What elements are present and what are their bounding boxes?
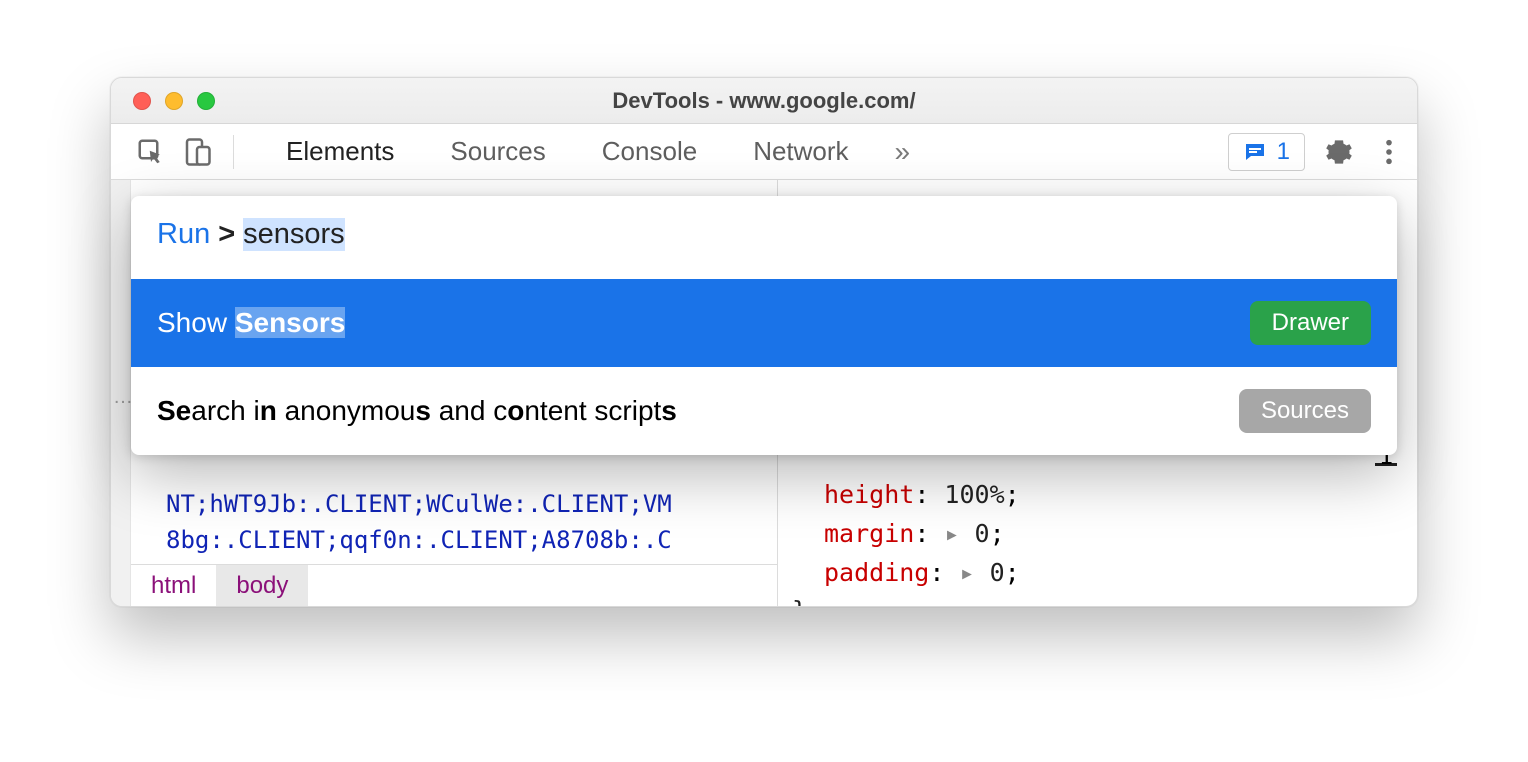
tab-elements[interactable]: Elements [286,128,394,175]
breadcrumb-html[interactable]: html [131,565,216,606]
style-property: height [824,480,914,509]
styles-block: height: 100%;margin: ▸ 0;padding: ▸ 0; } [824,476,1020,607]
zoom-button[interactable] [197,92,215,110]
tab-sources[interactable]: Sources [450,128,545,175]
settings-icon[interactable] [1323,136,1355,168]
style-value: 0 [975,519,990,548]
style-value: 0 [990,558,1005,587]
command-item-label: Search in anonymous and content scripts [157,395,677,427]
device-toggle-icon[interactable] [179,134,215,170]
dom-gutter: … [111,180,131,606]
dom-text: NT;hWT9Jb:.CLIENT;WCulWe:.CLIENT;VM 8bg:… [166,486,766,558]
breadcrumb: html body [131,564,777,606]
minimize-button[interactable] [165,92,183,110]
dom-line: NT;hWT9Jb:.CLIENT;WCulWe:.CLIENT;VM [166,486,766,522]
tab-network[interactable]: Network [753,128,848,175]
expand-triangle-icon[interactable]: ▸ [959,558,989,587]
command-item[interactable]: Search in anonymous and content scripts S… [131,367,1397,455]
messages-icon [1243,140,1267,164]
inspect-icon[interactable] [133,134,169,170]
breadcrumb-body[interactable]: body [216,565,308,606]
tab-console[interactable]: Console [602,128,697,175]
style-row[interactable]: height: 100%; [824,476,1020,515]
close-button[interactable] [133,92,151,110]
toolbar-right: 1 [1228,133,1405,171]
main-toolbar: Elements Sources Console Network » 1 [111,124,1417,180]
titlebar: DevTools - www.google.com/ [111,78,1417,124]
command-results: Show Sensors Drawer Search in anonymous an… [131,279,1397,455]
command-gt: > [218,218,235,251]
command-item-label: Show Sensors [157,307,345,339]
window-title: DevTools - www.google.com/ [111,88,1417,114]
messages-chip[interactable]: 1 [1228,133,1305,171]
command-query: sensors [243,218,345,251]
messages-count: 1 [1277,138,1290,166]
command-item[interactable]: Show Sensors Drawer [131,279,1397,367]
more-menu-icon[interactable] [1373,136,1405,168]
close-brace: } [792,592,1020,607]
dom-line: 8bg:.CLIENT;qqf0n:.CLIENT;A8708b:.C [166,522,766,558]
command-menu: Run >sensors Show Sensors Drawer Search in… [131,196,1397,455]
style-row[interactable]: margin: ▸ 0; [824,515,1020,554]
style-value: 100% [944,480,1004,509]
style-property: padding [824,558,929,587]
style-property: margin [824,519,914,548]
command-input-row[interactable]: Run >sensors [131,196,1397,279]
panel-tabs: Elements Sources Console Network [286,128,849,175]
traffic-lights [111,92,215,110]
command-category-pill: Sources [1239,389,1371,433]
separator [233,135,234,169]
tabs-overflow-icon[interactable]: » [895,138,911,166]
expand-triangle-icon[interactable]: ▸ [944,519,974,548]
command-prefix: Run [157,218,210,251]
command-category-pill: Drawer [1250,301,1371,345]
style-row[interactable]: padding: ▸ 0; [824,554,1020,593]
